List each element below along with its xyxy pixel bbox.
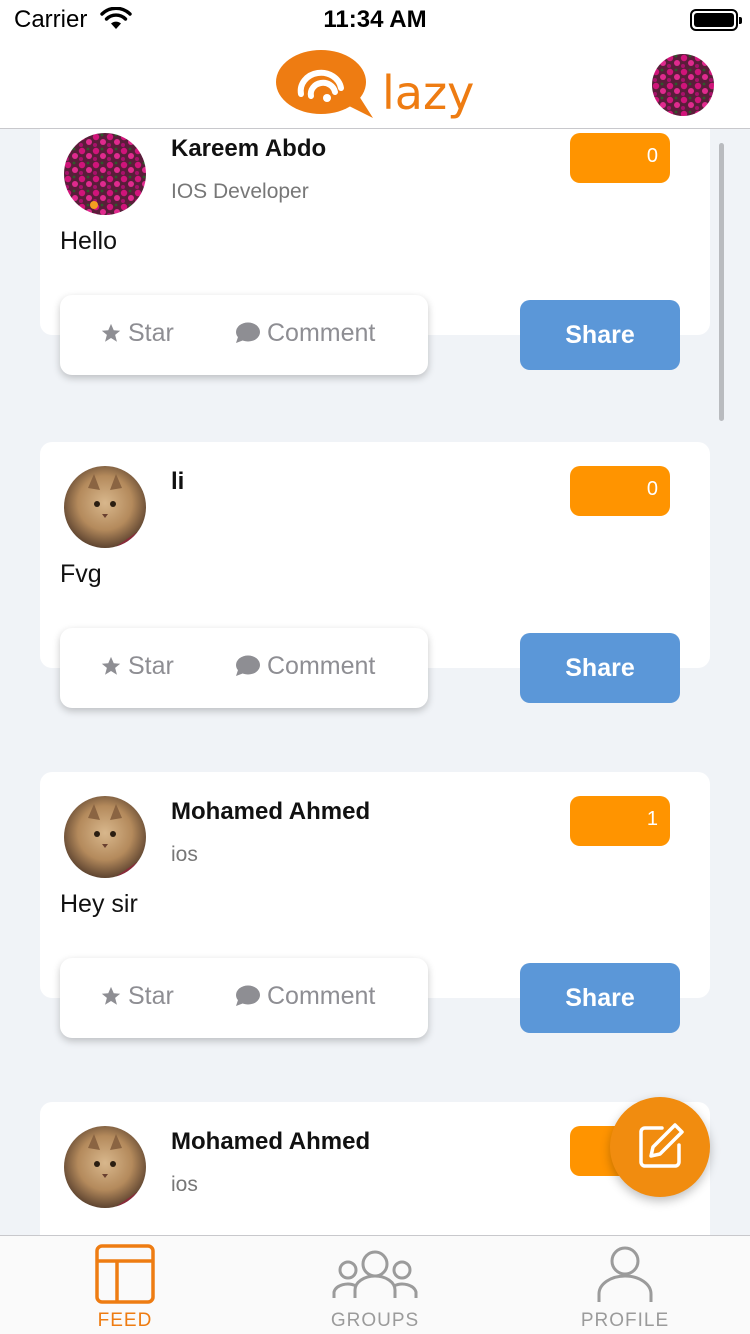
post-text: Hey sir	[60, 890, 138, 918]
comment-label: Comment	[267, 652, 376, 680]
comment-label: Comment	[267, 982, 376, 1010]
star-button[interactable]: Star	[100, 652, 174, 681]
star-count-badge: 1	[570, 796, 670, 846]
post-author-job: IOS Developer	[171, 180, 309, 203]
star-label: Star	[128, 982, 174, 1010]
avatar[interactable]	[64, 1126, 146, 1208]
status-time: 11:34 AM	[323, 6, 427, 33]
comment-button[interactable]: Comment	[235, 319, 375, 348]
status-bar: Carrier 11:34 AM	[0, 0, 750, 40]
scrollbar[interactable]	[719, 143, 724, 421]
comment-icon	[236, 655, 260, 676]
star-button[interactable]: Star	[100, 982, 174, 1011]
share-button[interactable]: Share	[520, 633, 680, 703]
compose-icon	[639, 1123, 684, 1168]
tab-profile-label: PROFILE	[580, 1310, 670, 1331]
post-author-job: ios	[171, 843, 198, 866]
compose-button[interactable]	[610, 1097, 710, 1197]
comment-button[interactable]: Comment	[235, 652, 375, 681]
post-author[interactable]: Mohamed Ahmed	[171, 798, 370, 826]
profile-avatar[interactable]	[652, 54, 714, 116]
post-text: Fvg	[60, 560, 102, 588]
avatar[interactable]	[64, 796, 146, 878]
battery-icon	[690, 9, 742, 31]
post-actions: Star Comment	[60, 958, 428, 1038]
tab-groups[interactable]: GROUPS	[250, 1236, 500, 1334]
comment-button[interactable]: Comment	[235, 982, 375, 1011]
post-author[interactable]: Mohamed Ahmed	[171, 1128, 370, 1156]
avatar[interactable]	[64, 133, 146, 215]
star-count-badge: 0	[570, 466, 670, 516]
star-icon	[101, 323, 121, 342]
star-icon	[101, 986, 121, 1005]
star-button[interactable]: Star	[100, 319, 174, 348]
logo-icon	[275, 48, 377, 125]
star-label: Star	[128, 652, 174, 680]
tab-profile[interactable]: PROFILE	[500, 1236, 750, 1334]
profile-icon	[597, 1246, 653, 1302]
comment-icon	[236, 322, 260, 343]
groups-icon	[332, 1250, 418, 1298]
star-count-badge: 0	[570, 133, 670, 183]
nav-bar: lazy	[0, 40, 750, 129]
tab-feed[interactable]: FEED	[0, 1236, 250, 1334]
star-icon	[101, 656, 121, 675]
tab-groups-label: GROUPS	[330, 1310, 420, 1331]
share-button[interactable]: Share	[520, 300, 680, 370]
tab-bar: FEED GROUPS PROFILE	[0, 1235, 750, 1334]
comment-label: Comment	[267, 319, 376, 347]
share-button[interactable]: Share	[520, 963, 680, 1033]
post-text: Hello	[60, 227, 117, 255]
feed-icon	[95, 1244, 155, 1304]
tab-feed-label: FEED	[97, 1310, 153, 1331]
post-author-job: ios	[171, 1173, 198, 1196]
post-actions: Star Comment	[60, 628, 428, 708]
post-actions: Star Comment	[60, 295, 428, 375]
star-label: Star	[128, 319, 174, 347]
avatar[interactable]	[64, 466, 146, 548]
post-author[interactable]: li	[171, 468, 184, 496]
feed-list[interactable]: Kareem Abdo IOS Developer 0 Hello Star C…	[0, 129, 750, 1235]
logo-text: lazy	[382, 66, 475, 120]
comment-icon	[236, 985, 260, 1006]
post-author[interactable]: Kareem Abdo	[171, 135, 326, 163]
